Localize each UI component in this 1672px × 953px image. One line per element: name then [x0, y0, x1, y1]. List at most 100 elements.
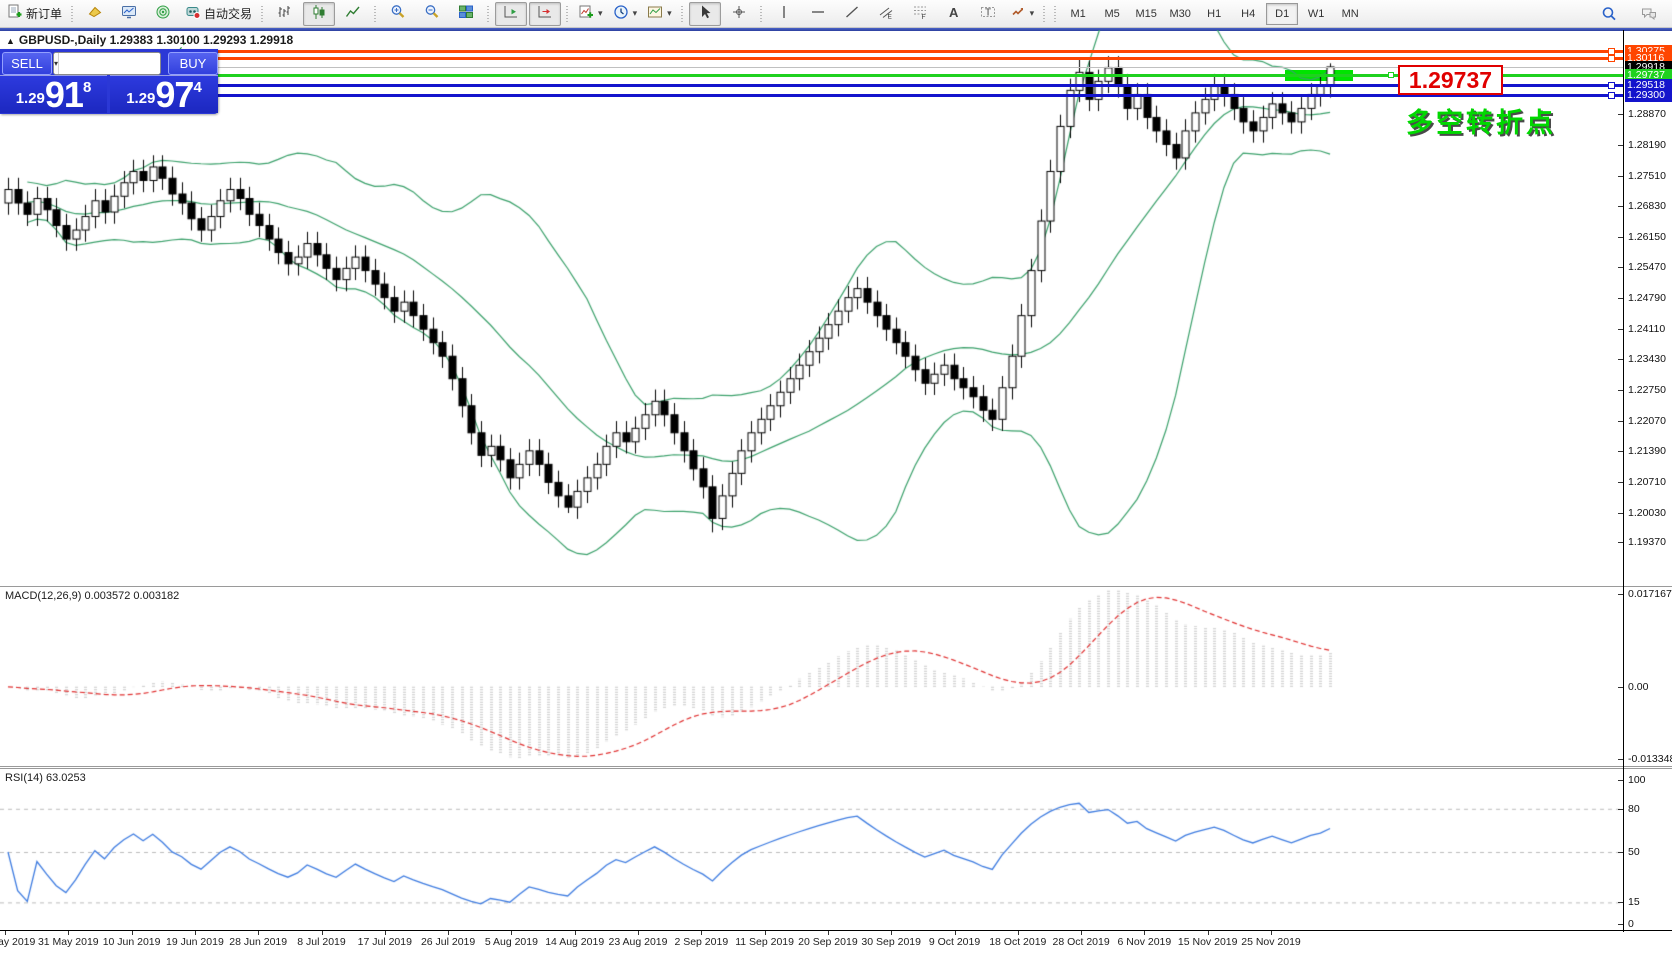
green-line-handle[interactable]	[1388, 72, 1394, 78]
date-axis-label: 9 Oct 2019	[929, 936, 980, 948]
chevron-down-icon[interactable]: ▾	[598, 8, 603, 19]
timeframe-button-d1[interactable]: D1	[1266, 3, 1298, 25]
toolbar-button-zoom-out[interactable]	[416, 2, 448, 26]
date-tick	[765, 931, 766, 935]
tile-windows-icon	[458, 4, 474, 23]
axis-tick	[1618, 924, 1623, 925]
toolbar-button-tile-windows[interactable]	[450, 2, 482, 26]
new-order-label: 新订单	[26, 5, 62, 22]
toolbar-button-fibonacci[interactable]: F	[904, 2, 936, 26]
sell-button[interactable]: SELL	[2, 52, 52, 75]
toolbar-button-candlesticks[interactable]	[303, 2, 335, 26]
mt4-window: 新订单自动交易▾▾▾EFAT▾ M1M5M15M30H1H4D1W1MN ▲GB…	[0, 0, 1672, 953]
axis-tick	[1618, 176, 1623, 177]
chat-icon[interactable]	[1633, 2, 1665, 26]
line-handle[interactable]	[1608, 55, 1615, 62]
price-axis-label: 1.24790	[1628, 292, 1666, 304]
svg-text:E: E	[887, 14, 892, 21]
toolbar-button-chart-shift[interactable]	[529, 2, 561, 26]
pane-separator[interactable]	[0, 586, 1672, 587]
toolbar-button-vertical-line[interactable]	[768, 2, 800, 26]
volume-input[interactable]	[59, 53, 161, 74]
toolbar-separator	[486, 4, 491, 24]
date-axis-label: 28 Oct 2019	[1052, 936, 1109, 948]
equidistant-channel-icon: E	[878, 4, 894, 23]
toolbar-button-horizontal-line[interactable]	[802, 2, 834, 26]
macd-axis-label: 0.017167	[1628, 588, 1672, 600]
cn-annotation[interactable]: 多空转折点	[1406, 101, 1556, 140]
timeframe-button-mn[interactable]: MN	[1334, 3, 1366, 25]
cursor-icon	[697, 4, 713, 23]
line-handle[interactable]	[1608, 92, 1615, 99]
new-order-icon	[7, 4, 23, 23]
date-axis-label: 14 Aug 2019	[545, 936, 604, 948]
chevron-down-icon[interactable]: ▾	[667, 8, 672, 19]
sell-price-display[interactable]: 1.29918	[0, 75, 107, 113]
level-line-1.29737[interactable]	[0, 74, 1623, 77]
chevron-down-icon[interactable]: ▾	[633, 8, 638, 19]
toolbar-button-zoom-in[interactable]	[382, 2, 414, 26]
main-chart-canvas[interactable]	[0, 30, 1623, 586]
toolbar-button-auto-scroll[interactable]	[495, 2, 527, 26]
axis-tick	[1618, 780, 1623, 781]
date-tick	[322, 931, 323, 935]
rsi-canvas[interactable]	[0, 770, 1623, 930]
buy-price-prefix: 1.29	[126, 90, 155, 107]
toolbar-button-crosshair[interactable]	[723, 2, 755, 26]
chart-shift-icon	[537, 4, 553, 23]
search-icon[interactable]	[1593, 2, 1625, 26]
toolbar-button-periods[interactable]: ▾	[609, 2, 642, 26]
toolbar-button-cursor[interactable]	[689, 2, 721, 26]
timeframe-button-m5[interactable]: M5	[1096, 3, 1128, 25]
svg-text:F: F	[921, 14, 925, 20]
toolbar-separator	[759, 4, 764, 24]
timeframe-button-w1[interactable]: W1	[1300, 3, 1332, 25]
date-axis-label: 19 Jun 2019	[166, 936, 224, 948]
timeframe-button-m1[interactable]: M1	[1062, 3, 1094, 25]
pane-separator[interactable]	[0, 766, 1672, 767]
axis-tick	[1618, 206, 1623, 207]
price-axis-label: 1.22750	[1628, 384, 1666, 396]
toolbar-button-line-chart[interactable]	[337, 2, 369, 26]
toolbar-button-text[interactable]: A	[938, 2, 970, 26]
axis-tick	[1618, 513, 1623, 514]
axis-tick	[1618, 421, 1623, 422]
level-line-1.30275[interactable]	[0, 50, 1623, 53]
level-line-1.29918[interactable]	[0, 67, 1623, 68]
timeframe-button-h4[interactable]: H4	[1232, 3, 1264, 25]
toolbar-button-new-order[interactable]: 新订单	[3, 2, 66, 26]
collapse-arrow-icon[interactable]: ▲	[6, 36, 15, 46]
price-axis-label: 1.25470	[1628, 261, 1666, 273]
macd-canvas[interactable]	[0, 588, 1623, 766]
price-callout-box[interactable]: 1.29737	[1398, 65, 1503, 95]
buy-price-display[interactable]: 1.29974	[110, 75, 218, 113]
axis-tick	[1618, 298, 1623, 299]
line-handle[interactable]	[1608, 82, 1615, 89]
toolbar-button-navigator[interactable]	[147, 2, 179, 26]
line-handle[interactable]	[1608, 48, 1615, 55]
toolbar-button-equidistant-channel[interactable]: E	[870, 2, 902, 26]
axis-tick	[1618, 687, 1623, 688]
price-axis-label: 1.27510	[1628, 170, 1666, 182]
timeframe-button-h1[interactable]: H1	[1198, 3, 1230, 25]
toolbar-button-bar-chart[interactable]	[269, 2, 301, 26]
toolbar-button-templates[interactable]: ▾	[643, 2, 676, 26]
toolbar-right-icons	[1592, 2, 1666, 26]
timeframe-button-m30[interactable]: M30	[1164, 3, 1196, 25]
toolbar-button-market-watch[interactable]	[113, 2, 145, 26]
level-line-1.29300[interactable]	[0, 94, 1623, 97]
level-line-1.29518[interactable]	[0, 84, 1623, 87]
toolbar-button-arrows[interactable]: ▾	[1006, 2, 1039, 26]
toolbar-button-text-label[interactable]: T	[972, 2, 1004, 26]
timeframe-button-m15[interactable]: M15	[1130, 3, 1162, 25]
chevron-down-icon[interactable]: ▾	[1030, 8, 1035, 19]
price-axis-label: 1.23430	[1628, 353, 1666, 365]
toolbar-button-profile[interactable]	[79, 2, 111, 26]
buy-button[interactable]: BUY	[168, 52, 218, 75]
level-line-1.30116[interactable]	[0, 57, 1623, 60]
toolbar-button-indicators[interactable]: ▾	[574, 2, 607, 26]
buy-price-main: 97	[155, 80, 193, 110]
toolbar-button-trendline[interactable]	[836, 2, 868, 26]
toolbar-button-auto-trading[interactable]: 自动交易	[181, 2, 256, 26]
axis-tick	[1618, 390, 1623, 391]
